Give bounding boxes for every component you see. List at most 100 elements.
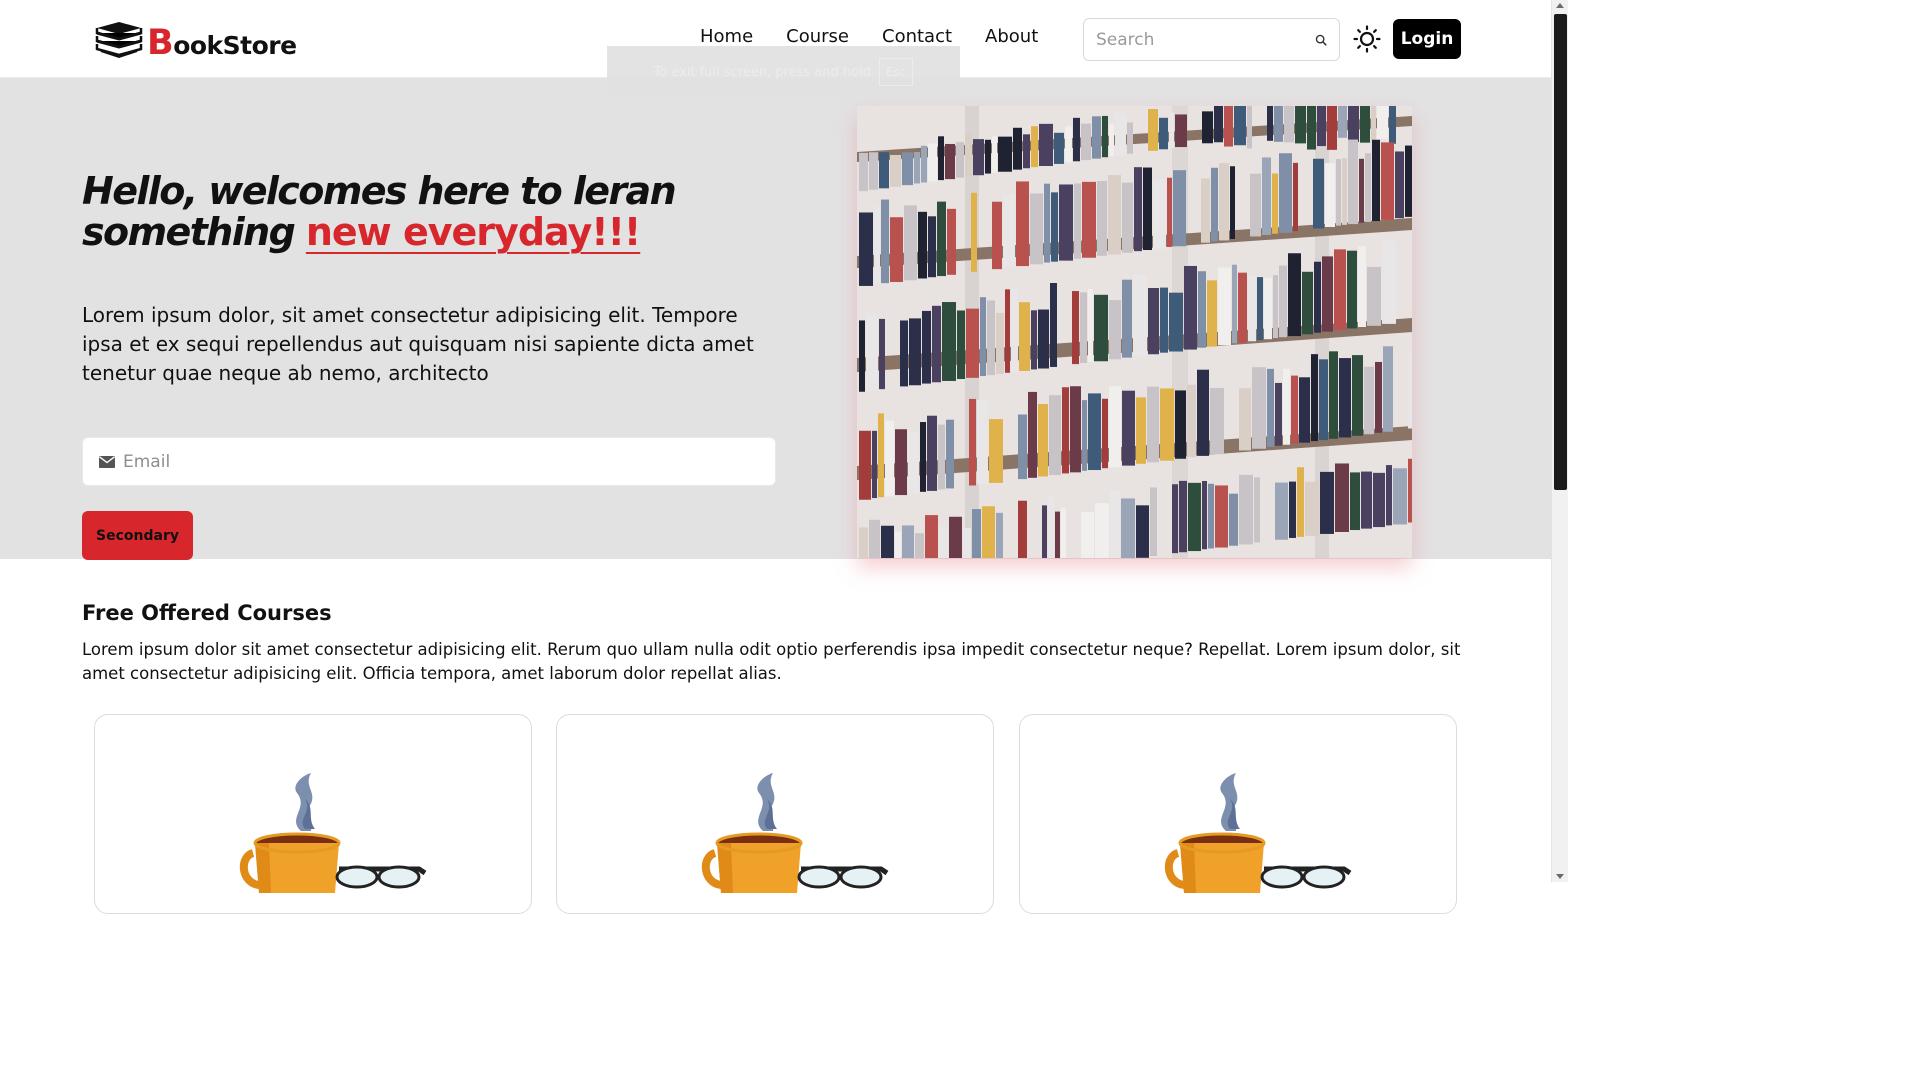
brand-logo[interactable]: BookStore bbox=[93, 18, 297, 63]
book-spine bbox=[1207, 280, 1217, 347]
nav-home[interactable]: Home bbox=[700, 26, 753, 47]
book-spine bbox=[977, 399, 988, 485]
book-spine bbox=[1122, 182, 1133, 253]
book-spine bbox=[1352, 355, 1363, 436]
book-spine bbox=[1381, 142, 1394, 220]
book-spine bbox=[1319, 359, 1328, 441]
book-spine bbox=[949, 516, 962, 558]
book-spine bbox=[1360, 106, 1370, 143]
book-spine bbox=[932, 305, 941, 383]
book-spine bbox=[1389, 106, 1396, 144]
book-spine bbox=[895, 429, 907, 496]
book-spine bbox=[1342, 158, 1347, 225]
book-spine bbox=[1044, 183, 1050, 263]
book-spine bbox=[1150, 487, 1157, 556]
book-spine bbox=[1003, 194, 1015, 268]
page-scrollbar[interactable] bbox=[1551, 0, 1568, 882]
book-spine bbox=[1252, 367, 1266, 449]
scrollbar-thumb[interactable] bbox=[1554, 14, 1567, 490]
search-icon[interactable] bbox=[1315, 33, 1327, 47]
book-spine bbox=[972, 509, 981, 558]
coffee-glasses-illustration bbox=[702, 773, 889, 893]
book-spine bbox=[1311, 354, 1318, 442]
book-spine bbox=[1229, 493, 1238, 546]
book-spine bbox=[1059, 184, 1073, 261]
book-spine bbox=[1257, 277, 1263, 341]
book-spine bbox=[1291, 375, 1298, 444]
book-spine bbox=[1214, 106, 1223, 143]
brand-name: BookStore bbox=[147, 23, 297, 63]
book-spine bbox=[1295, 106, 1306, 144]
book-spine bbox=[879, 318, 885, 390]
book-spine bbox=[1039, 123, 1053, 167]
book-spine bbox=[1395, 151, 1404, 219]
book-spine bbox=[1097, 181, 1107, 256]
nav-course[interactable]: Course bbox=[786, 26, 849, 47]
book-spine bbox=[996, 312, 1004, 374]
book-spine bbox=[1160, 287, 1168, 353]
book-spine bbox=[1335, 463, 1349, 532]
hero-description: Lorem ipsum dolor, sit amet consectetur … bbox=[82, 303, 754, 385]
book-spine bbox=[859, 320, 865, 392]
book-spine bbox=[872, 430, 877, 499]
book-spine bbox=[1218, 267, 1231, 346]
secondary-button[interactable]: Secondary bbox=[82, 511, 193, 560]
book-spine bbox=[1293, 162, 1298, 232]
book-spine bbox=[1230, 166, 1235, 240]
book-spine bbox=[1314, 261, 1321, 333]
book-spine bbox=[1359, 158, 1364, 223]
book-spine bbox=[928, 216, 936, 278]
book-spine bbox=[1148, 109, 1158, 151]
book-spine bbox=[1051, 192, 1058, 262]
book-spine bbox=[869, 519, 880, 558]
book-spine bbox=[925, 515, 938, 558]
book-spine bbox=[1018, 500, 1027, 558]
login-button[interactable]: Login bbox=[1393, 19, 1461, 59]
book-spine bbox=[1358, 246, 1366, 328]
book-spine bbox=[918, 211, 927, 279]
scroll-down-icon[interactable] bbox=[1556, 874, 1564, 879]
book-spine bbox=[992, 201, 1002, 270]
book-spine bbox=[1375, 361, 1382, 433]
book-spine bbox=[1134, 167, 1142, 252]
book-spine bbox=[1367, 266, 1381, 326]
book-spine bbox=[942, 302, 956, 381]
search-input[interactable] bbox=[1096, 29, 1315, 50]
book-spine bbox=[1169, 112, 1174, 148]
book-spine bbox=[1350, 472, 1360, 531]
scroll-up-icon[interactable] bbox=[1556, 3, 1564, 8]
course-card[interactable] bbox=[556, 714, 994, 914]
email-input[interactable] bbox=[123, 451, 759, 472]
book-spine bbox=[1122, 390, 1135, 466]
book-spine bbox=[1175, 390, 1186, 459]
book-spine bbox=[1159, 117, 1168, 150]
book-spine bbox=[1201, 178, 1210, 243]
book-spine bbox=[1272, 173, 1278, 234]
coffee-glasses-illustration bbox=[1165, 773, 1352, 893]
book-spine bbox=[957, 310, 965, 380]
book-spine bbox=[1348, 106, 1359, 142]
book-spine bbox=[989, 419, 1003, 483]
book-spine bbox=[1267, 368, 1274, 447]
course-card[interactable] bbox=[1019, 714, 1457, 914]
course-card[interactable] bbox=[94, 714, 532, 914]
book-spine bbox=[1322, 256, 1333, 332]
book-spine bbox=[908, 431, 919, 494]
book-spine bbox=[1334, 249, 1346, 331]
book-spine bbox=[859, 527, 868, 558]
sun-icon[interactable] bbox=[1353, 25, 1381, 53]
nav-about[interactable]: About bbox=[985, 26, 1038, 47]
nav-contact[interactable]: Contact bbox=[882, 26, 952, 47]
book-spine bbox=[1372, 139, 1380, 222]
esc-key: Esc bbox=[878, 58, 914, 86]
book-spine bbox=[1254, 477, 1260, 543]
book-spine bbox=[982, 506, 995, 558]
book-spine bbox=[1136, 397, 1146, 464]
search-box bbox=[1083, 18, 1340, 61]
book-spine bbox=[1136, 505, 1149, 558]
book-spine bbox=[1234, 106, 1246, 146]
book-spine bbox=[879, 152, 889, 189]
book-spine bbox=[1028, 391, 1037, 478]
book-spine bbox=[1088, 289, 1093, 363]
book-spine bbox=[1239, 388, 1251, 451]
